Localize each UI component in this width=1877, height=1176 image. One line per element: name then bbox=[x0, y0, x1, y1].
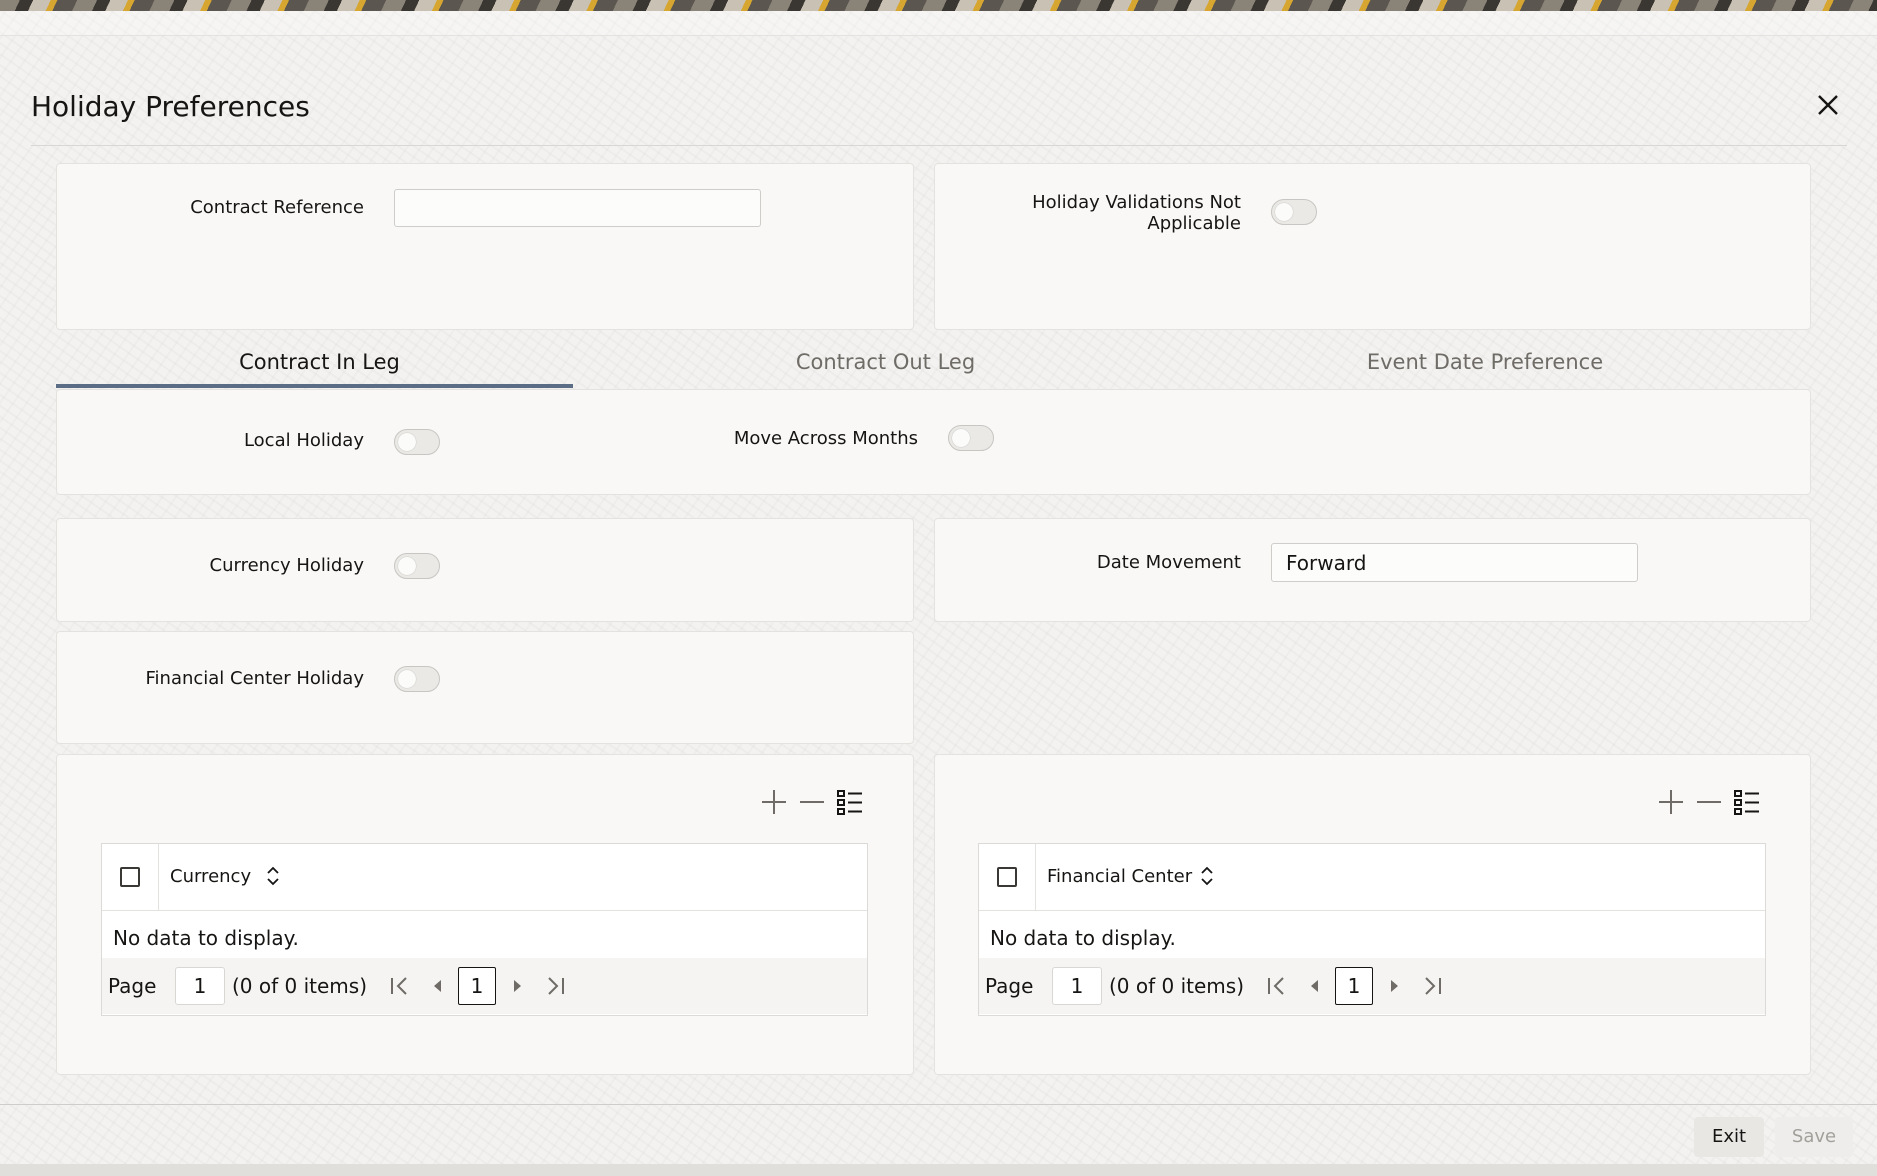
active-tab-indicator bbox=[56, 384, 573, 388]
next-page-icon[interactable] bbox=[1381, 973, 1407, 999]
page-label: Page bbox=[985, 974, 1034, 998]
contract-reference-input[interactable] bbox=[394, 189, 761, 227]
currency-holiday-label: Currency Holiday bbox=[209, 555, 364, 576]
financial-center-table-panel: Financial Center No data to display. Pag… bbox=[934, 754, 1811, 1075]
item-count: (0 of 0 items) bbox=[232, 974, 368, 998]
select-all-checkbox[interactable] bbox=[120, 867, 140, 887]
add-row-icon[interactable] bbox=[1656, 787, 1686, 817]
header-divider bbox=[158, 844, 159, 910]
add-row-icon[interactable] bbox=[759, 787, 789, 817]
currency-holiday-toggle[interactable] bbox=[394, 553, 440, 579]
footer-divider bbox=[0, 1104, 1877, 1105]
item-count: (0 of 0 items) bbox=[1109, 974, 1245, 998]
bottom-band bbox=[0, 1164, 1877, 1176]
currency-table: Currency No data to display. Page 1 (0 o… bbox=[101, 843, 868, 1016]
exit-button[interactable]: Exit bbox=[1694, 1117, 1764, 1157]
sort-icon[interactable] bbox=[1199, 864, 1215, 888]
holiday-validations-toggle[interactable] bbox=[1271, 199, 1317, 225]
last-page-icon[interactable] bbox=[542, 973, 568, 999]
close-icon[interactable] bbox=[1813, 90, 1843, 120]
date-movement-field[interactable]: Forward bbox=[1271, 543, 1638, 582]
financial-center-holiday-label: Financial Center Holiday bbox=[145, 668, 364, 689]
page-number-input[interactable]: 1 bbox=[175, 967, 225, 1005]
top-decorative-banner bbox=[0, 0, 1877, 11]
tab-contract-out-leg[interactable]: Contract Out Leg bbox=[656, 350, 1115, 374]
move-across-months-label: Move Across Months bbox=[733, 428, 918, 449]
previous-page-icon[interactable] bbox=[1302, 973, 1328, 999]
financial-center-column-header: Financial Center bbox=[1047, 866, 1193, 887]
financial-center-table: Financial Center No data to display. Pag… bbox=[978, 843, 1766, 1016]
empty-message: No data to display. bbox=[990, 926, 1176, 950]
page-number-input[interactable]: 1 bbox=[1052, 967, 1102, 1005]
last-page-icon[interactable] bbox=[1419, 973, 1445, 999]
title-divider bbox=[31, 145, 1847, 146]
sort-icon[interactable] bbox=[265, 864, 281, 888]
next-page-icon[interactable] bbox=[504, 973, 530, 999]
pagination-bar: Page 1 (0 of 0 items) 1 bbox=[102, 958, 867, 1014]
currency-holiday-panel bbox=[56, 518, 914, 622]
currency-column-header: Currency bbox=[170, 866, 252, 887]
delete-row-icon[interactable] bbox=[1694, 787, 1724, 817]
tab-contract-in-leg[interactable]: Contract In Leg bbox=[56, 350, 583, 374]
select-all-checkbox[interactable] bbox=[997, 867, 1017, 887]
currency-table-panel: Currency No data to display. Page 1 (0 o… bbox=[56, 754, 914, 1075]
table-header: Currency bbox=[102, 844, 867, 911]
pagination-bar: Page 1 (0 of 0 items) 1 bbox=[979, 958, 1765, 1014]
delete-row-icon[interactable] bbox=[797, 787, 827, 817]
contract-reference-label: Contract Reference bbox=[190, 197, 364, 218]
holiday-validations-panel bbox=[934, 163, 1811, 330]
date-movement-label: Date Movement bbox=[1096, 552, 1241, 573]
holiday-validations-label: Holiday Validations Not Applicable bbox=[1032, 192, 1241, 234]
top-bar bbox=[0, 11, 1877, 36]
page-label: Page bbox=[108, 974, 157, 998]
financial-center-holiday-toggle[interactable] bbox=[394, 666, 440, 692]
previous-page-icon[interactable] bbox=[425, 973, 451, 999]
dialog-title: Holiday Preferences bbox=[31, 90, 310, 123]
table-header: Financial Center bbox=[979, 844, 1765, 911]
current-page-button[interactable]: 1 bbox=[1335, 967, 1373, 1005]
local-holiday-label: Local Holiday bbox=[243, 430, 364, 451]
list-view-icon[interactable] bbox=[835, 787, 865, 817]
first-page-icon[interactable] bbox=[1264, 973, 1290, 999]
tab-event-date-preference[interactable]: Event Date Preference bbox=[1285, 350, 1685, 374]
save-button[interactable]: Save bbox=[1775, 1117, 1853, 1157]
current-page-button[interactable]: 1 bbox=[458, 967, 496, 1005]
first-page-icon[interactable] bbox=[387, 973, 413, 999]
local-holiday-toggle[interactable] bbox=[394, 429, 440, 455]
empty-message: No data to display. bbox=[113, 926, 299, 950]
list-view-icon[interactable] bbox=[1732, 787, 1762, 817]
move-across-months-toggle[interactable] bbox=[948, 425, 994, 451]
header-divider bbox=[1035, 844, 1036, 910]
